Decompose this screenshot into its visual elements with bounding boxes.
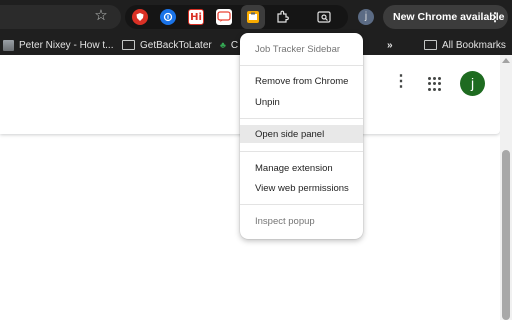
page-scrollbar[interactable] — [500, 55, 512, 320]
browser-toolbar: ☆ Hi j New Chrome available ⋮ — [0, 0, 512, 35]
all-bookmarks-label: All Bookmarks — [442, 39, 506, 51]
tab-search-icon[interactable] — [316, 9, 332, 25]
menu-item-open-side-panel[interactable]: Open side panel — [255, 129, 324, 140]
menu-divider — [240, 151, 363, 152]
scroll-thumb[interactable] — [502, 150, 510, 320]
bookmarks-overflow-button[interactable]: » — [387, 35, 393, 55]
menu-item-remove[interactable]: Remove from Chrome — [255, 76, 348, 87]
menu-divider — [240, 204, 363, 205]
bookmark-favicon-icon — [3, 39, 14, 51]
extensions-group — [125, 5, 348, 29]
bookmark-star-icon[interactable]: ☆ — [92, 6, 110, 24]
folder-icon — [424, 40, 437, 50]
bookmark-folder[interactable]: GetBackToLater — [122, 35, 212, 55]
apps-grid-icon[interactable] — [428, 77, 442, 91]
job-tracker-button[interactable] — [241, 5, 265, 29]
folder-icon — [122, 40, 135, 50]
menu-divider — [240, 65, 363, 66]
bookmark-label: Peter Nixey - How t... — [19, 39, 114, 51]
job-tracker-icon — [247, 11, 259, 23]
menu-item-manage-extension[interactable]: Manage extension — [255, 163, 333, 174]
bookmark-label: GetBackToLater — [140, 39, 212, 51]
colorful-favicon-icon: ♣ — [220, 40, 226, 50]
red-shield-icon[interactable] — [132, 9, 148, 25]
all-bookmarks-button[interactable]: All Bookmarks — [424, 35, 506, 55]
extension-context-menu: Job Tracker Sidebar Remove from Chrome U… — [240, 33, 363, 239]
hi-text-icon[interactable]: Hi — [188, 9, 204, 25]
menu-item-inspect-popup[interactable]: Inspect popup — [255, 216, 315, 227]
update-chip-label: New Chrome available — [393, 11, 505, 23]
update-chrome-button[interactable]: New Chrome available ⋮ — [383, 5, 508, 29]
puzzle-icon[interactable] — [274, 9, 290, 25]
bookmark-item[interactable]: ♣ C — [220, 35, 238, 55]
chat-bubble-icon[interactable] — [216, 9, 232, 25]
more-vert-icon: ⋮ — [489, 10, 501, 24]
page-more-vert-icon[interactable]: ⋮ — [393, 72, 409, 92]
account-avatar[interactable]: j — [460, 71, 485, 96]
menu-title-job-tracker: Job Tracker Sidebar — [255, 44, 341, 55]
bookmark-label: C — [230, 39, 239, 51]
blue-circle-info-icon[interactable] — [160, 9, 176, 25]
menu-divider — [240, 118, 363, 119]
profile-avatar[interactable]: j — [358, 9, 374, 25]
menu-item-unpin[interactable]: Unpin — [255, 97, 280, 108]
bookmark-item[interactable]: Peter Nixey - How t... — [3, 35, 113, 55]
scroll-up-arrow-icon[interactable] — [502, 58, 510, 63]
menu-item-view-permissions[interactable]: View web permissions — [255, 183, 349, 194]
